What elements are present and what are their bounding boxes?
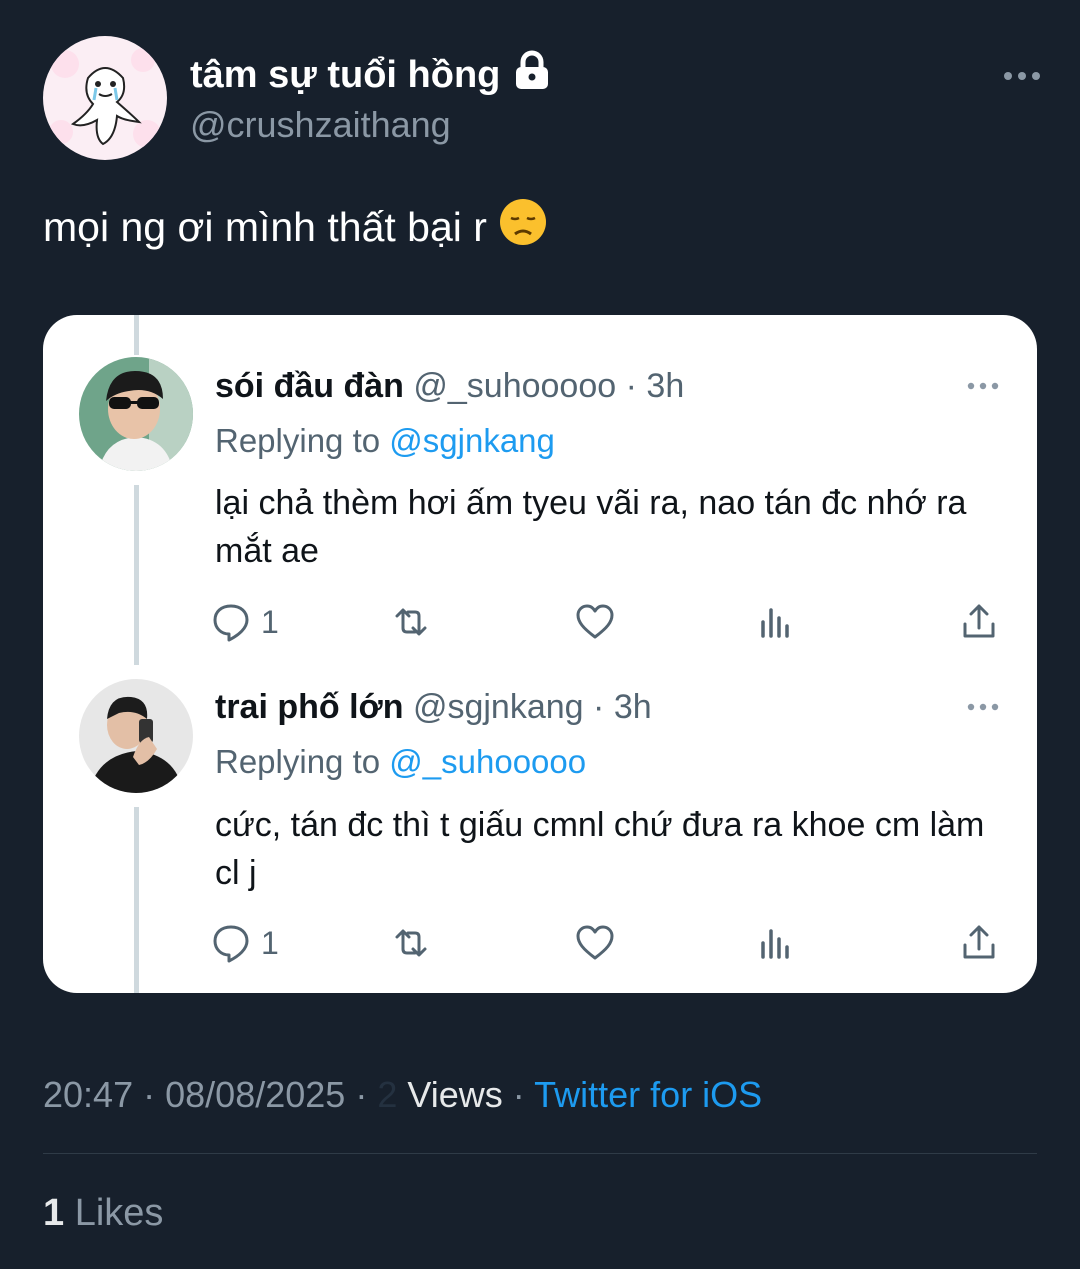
author-avatar[interactable] bbox=[43, 36, 167, 160]
tweet-meta: 20:47 · 08/08/2025 · 2 Views · Twitter f… bbox=[43, 1074, 762, 1116]
thread-line bbox=[134, 315, 139, 355]
reply-time: 3h bbox=[646, 367, 685, 405]
like-button[interactable] bbox=[575, 921, 615, 965]
replying-to-label: Replying to bbox=[215, 743, 381, 780]
retweet-button[interactable] bbox=[391, 600, 431, 644]
reply-button[interactable]: 1 bbox=[211, 600, 279, 644]
views-icon bbox=[761, 929, 789, 959]
replying-to-label: Replying to bbox=[215, 422, 381, 459]
reply-avatar[interactable] bbox=[79, 679, 193, 793]
separator: · bbox=[593, 688, 605, 726]
views-label[interactable]: Views bbox=[407, 1074, 502, 1115]
reply-avatar[interactable] bbox=[79, 357, 193, 471]
reply-time: 3h bbox=[613, 688, 652, 726]
views-button[interactable] bbox=[755, 921, 795, 965]
tweet-time: 20:47 bbox=[43, 1074, 134, 1115]
share-button[interactable] bbox=[959, 600, 999, 644]
like-button[interactable] bbox=[575, 600, 615, 644]
likes-summary[interactable]: 1 Likes bbox=[43, 1192, 163, 1235]
more-icon[interactable] bbox=[965, 376, 1001, 396]
replying-to-mention[interactable]: @_suhooooo bbox=[389, 743, 586, 780]
replying-to-line: Replying to @_suhooooo bbox=[215, 743, 586, 781]
like-icon bbox=[576, 925, 614, 960]
thread-line bbox=[134, 485, 139, 665]
replying-to-mention[interactable]: @sgjnkang bbox=[389, 422, 555, 459]
reply-count: 1 bbox=[261, 924, 279, 961]
tweet-text-content: mọi ng ơi mình thất bại r bbox=[43, 203, 487, 250]
reply-header: sói đầu đàn @_suhooooo · 3h bbox=[215, 367, 684, 406]
reply-author-name[interactable]: trai phố lớn bbox=[215, 688, 404, 726]
reply-text: lại chả thèm hơi ấm tyeu vãi ra, nao tán… bbox=[215, 484, 967, 570]
author-handle[interactable]: @crushzaithang bbox=[190, 104, 451, 146]
reply-text: cức, tán đc thì t giấu cmnl chứ đưa ra k… bbox=[215, 806, 985, 892]
reply-author-handle[interactable]: @_suhooooo bbox=[413, 367, 616, 405]
reply-icon bbox=[213, 925, 249, 963]
more-icon[interactable] bbox=[965, 697, 1001, 717]
reply-author-name[interactable]: sói đầu đàn bbox=[215, 367, 404, 405]
source-link[interactable]: Twitter for iOS bbox=[534, 1074, 762, 1115]
separator: · bbox=[355, 1074, 368, 1115]
reply-author-handle[interactable]: @sgjnkang bbox=[413, 688, 584, 726]
tweet-text: mọi ng ơi mình thất bại r bbox=[43, 198, 547, 256]
views-count: 2 bbox=[377, 1074, 398, 1115]
share-icon bbox=[963, 604, 995, 638]
views-button[interactable] bbox=[755, 600, 795, 644]
separator: · bbox=[143, 1074, 156, 1115]
reply-count: 1 bbox=[261, 603, 279, 640]
views-icon bbox=[761, 608, 789, 638]
share-button[interactable] bbox=[959, 921, 999, 965]
separator: · bbox=[512, 1074, 525, 1115]
embedded-screenshot-card[interactable]: sói đầu đàn @_suhooooo · 3h Replying to … bbox=[43, 315, 1037, 993]
retweet-icon bbox=[395, 608, 427, 636]
thread-line bbox=[134, 807, 139, 993]
display-name-text: tâm sự tuổi hồng bbox=[190, 53, 501, 96]
retweet-icon bbox=[395, 929, 427, 957]
retweet-button[interactable] bbox=[391, 921, 431, 965]
reply-icon bbox=[213, 604, 249, 642]
reply-action-bar: 1 bbox=[211, 600, 1011, 644]
tweet-date: 08/08/2025 bbox=[165, 1074, 346, 1115]
separator: · bbox=[625, 367, 637, 405]
replying-to-line: Replying to @sgjnkang bbox=[215, 422, 555, 460]
reply-action-bar: 1 bbox=[211, 921, 1011, 965]
divider bbox=[43, 1153, 1037, 1154]
disappointed-face-icon bbox=[499, 198, 547, 256]
share-icon bbox=[963, 925, 995, 959]
reply-button[interactable]: 1 bbox=[211, 921, 279, 965]
lock-icon bbox=[514, 50, 550, 100]
reply-header: trai phố lớn @sgjnkang · 3h bbox=[215, 688, 652, 727]
like-icon bbox=[576, 604, 614, 639]
author-display-name[interactable]: tâm sự tuổi hồng bbox=[190, 50, 550, 100]
likes-label: Likes bbox=[74, 1192, 164, 1234]
more-icon[interactable] bbox=[1002, 62, 1042, 90]
likes-count: 1 bbox=[43, 1192, 65, 1234]
